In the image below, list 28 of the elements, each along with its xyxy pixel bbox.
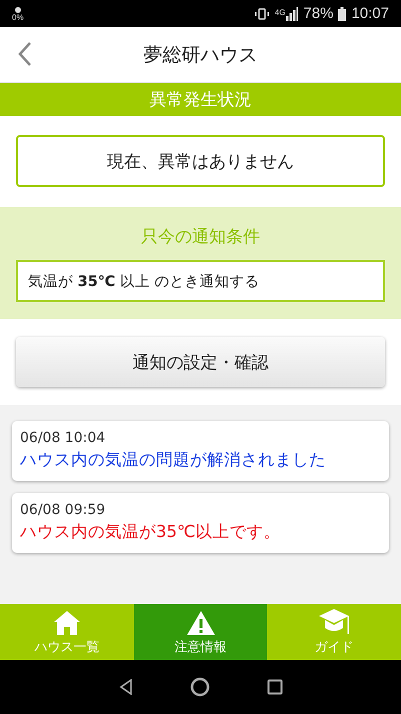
screen-title: 夢総研ハウス bbox=[144, 42, 258, 68]
battery-percent: 78% bbox=[303, 5, 334, 22]
home-nav-icon[interactable] bbox=[190, 677, 210, 697]
nav-tab[interactable]: 注意情報 bbox=[134, 604, 268, 660]
condition-heading: 只今の通知条件 bbox=[141, 226, 260, 248]
notification-message: ハウス内の気温が35℃以上です。 bbox=[20, 521, 282, 543]
brightness-icon bbox=[14, 6, 22, 14]
brightness-level: 0% bbox=[12, 14, 24, 22]
house-icon bbox=[52, 610, 81, 636]
signal-icon bbox=[286, 6, 298, 20]
notification-time: 06/08 10:04 bbox=[20, 430, 106, 446]
condition-box: 気温が 35℃ 以上 のとき通知する bbox=[16, 260, 385, 302]
battery-icon bbox=[338, 6, 346, 20]
recents-nav-icon[interactable] bbox=[266, 679, 282, 695]
graduation-cap-icon bbox=[318, 608, 350, 636]
vibrate-icon bbox=[254, 8, 270, 20]
clock: 10:07 bbox=[351, 5, 389, 22]
warning-icon bbox=[186, 610, 216, 636]
notification-card[interactable]: 06/08 10:04 ハウス内の気温の問題が解消されました bbox=[12, 421, 389, 481]
notification-card[interactable]: 06/08 09:59 ハウス内の気温が35℃以上です。 bbox=[12, 493, 389, 553]
alarm-status-box: 現在、異常はありません bbox=[16, 135, 385, 187]
network-type: 4G bbox=[274, 8, 286, 17]
back-icon[interactable] bbox=[18, 41, 32, 67]
section-header: 異常発生状況 bbox=[0, 83, 401, 116]
back-nav-icon[interactable] bbox=[118, 679, 132, 695]
settings-button[interactable]: 通知の設定・確認 bbox=[16, 337, 385, 387]
notification-time: 06/08 09:59 bbox=[20, 502, 106, 518]
notification-message: ハウス内の気温の問題が解消されました bbox=[20, 449, 327, 471]
